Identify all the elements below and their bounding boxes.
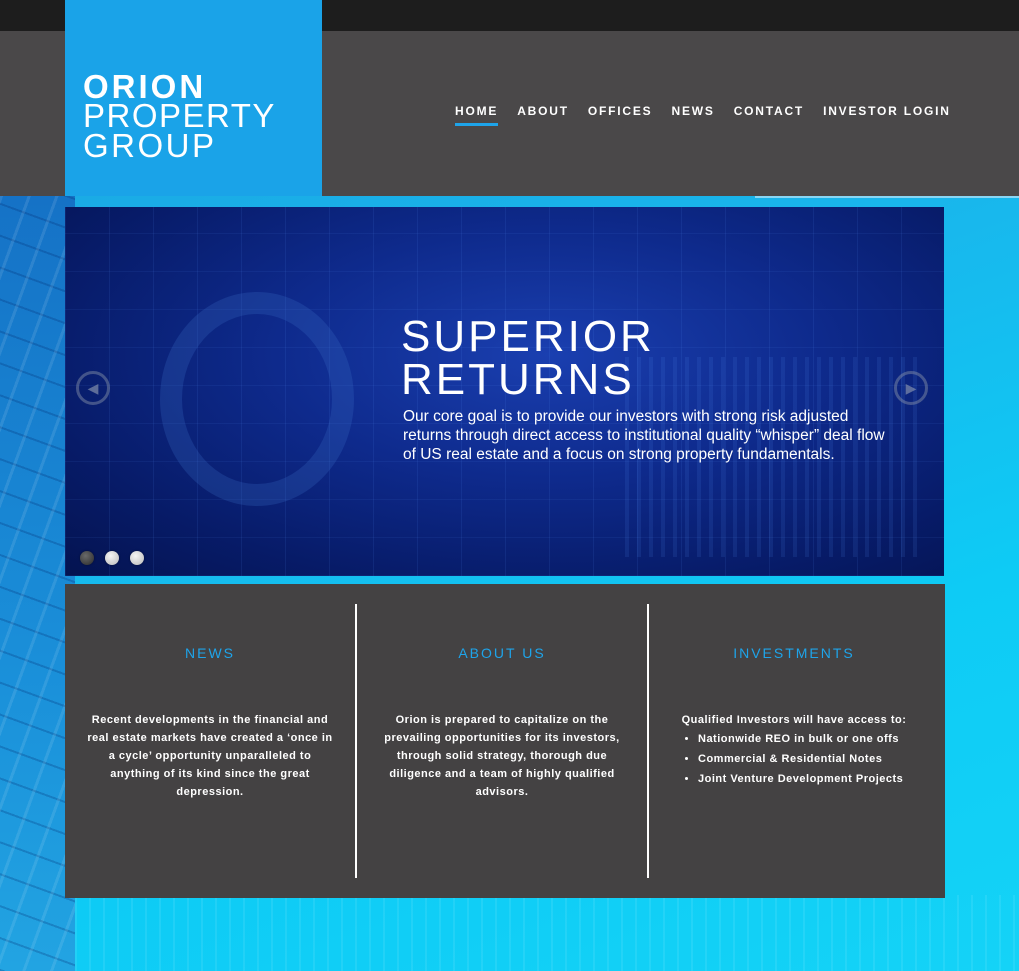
news-heading[interactable]: NEWS <box>65 645 355 661</box>
list-item: Joint Venture Development Projects <box>698 769 903 789</box>
nav-investor-login[interactable]: INVESTOR LOGIN <box>823 104 951 126</box>
nav-home[interactable]: HOME <box>455 104 499 126</box>
slide-title-line-2: RETURNS <box>401 355 635 404</box>
nav-contact[interactable]: CONTACT <box>734 104 804 126</box>
header-accent-line <box>755 196 1019 198</box>
about-text: Orion is prepared to capitalize on the p… <box>384 714 620 798</box>
hero-slider: SUPERIOR RETURNS Our core goal is to pro… <box>65 207 944 576</box>
investments-list: Nationwide REO in bulk or one offs Comme… <box>680 729 903 789</box>
investments-intro: Qualified Investors will have access to: <box>681 714 907 726</box>
news-text: Recent developments in the financial and… <box>87 714 333 798</box>
nav-offices[interactable]: OFFICES <box>588 104 653 126</box>
background-building <box>0 196 75 971</box>
about-column: ABOUT US Orion is prepared to capitalize… <box>357 584 647 898</box>
slide-text: Our core goal is to provide our investor… <box>403 408 885 463</box>
chevron-right-icon: ▶ <box>905 379 917 396</box>
list-item: Commercial & Residential Notes <box>698 749 903 769</box>
about-heading[interactable]: ABOUT US <box>357 645 647 661</box>
nav-about[interactable]: ABOUT <box>517 104 569 126</box>
logo-line-3: GROUP <box>83 127 217 164</box>
info-panel: NEWS Recent developments in the financia… <box>65 584 945 898</box>
slider-prev-button[interactable]: ◀ <box>76 371 110 405</box>
slider-dot-2[interactable] <box>105 551 119 565</box>
investments-heading[interactable]: INVESTMENTS <box>649 645 939 661</box>
site-logo[interactable]: ORION PROPERTY GROUP <box>65 0 322 196</box>
slider-next-button[interactable]: ▶ <box>894 371 928 405</box>
main-nav: HOME ABOUT OFFICES NEWS CONTACT INVESTOR… <box>455 104 951 126</box>
slider-dot-1[interactable] <box>80 551 94 565</box>
slider-background-graphic <box>160 292 354 506</box>
background-texture <box>75 895 1019 971</box>
slider-pagination <box>80 551 144 565</box>
investments-column: INVESTMENTS Qualified Investors will hav… <box>649 584 939 898</box>
chevron-left-icon: ◀ <box>87 379 99 396</box>
nav-news[interactable]: NEWS <box>671 104 714 126</box>
list-item: Nationwide REO in bulk or one offs <box>698 729 903 749</box>
news-column: NEWS Recent developments in the financia… <box>65 584 355 898</box>
slider-dot-3[interactable] <box>130 551 144 565</box>
slide-title-line-1: SUPERIOR <box>401 312 655 361</box>
slide-title: SUPERIOR RETURNS <box>401 312 801 404</box>
